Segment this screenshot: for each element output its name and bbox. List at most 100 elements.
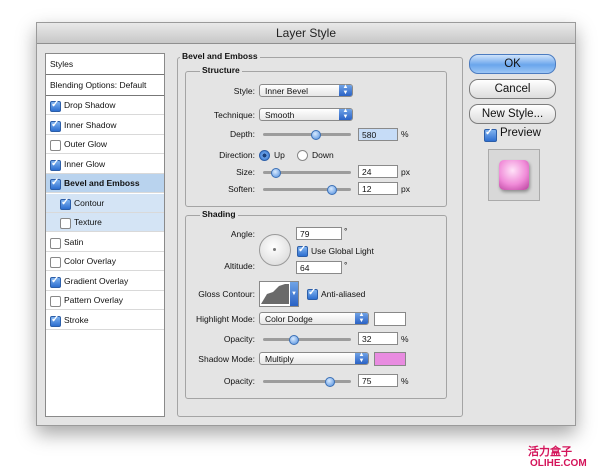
altitude-field[interactable]: 64 xyxy=(296,261,342,274)
highlight-opacity-label: Opacity: xyxy=(223,334,255,344)
ok-button[interactable]: OK xyxy=(469,54,556,74)
style-item-outer-glow[interactable]: Outer Glow xyxy=(46,135,164,154)
shadow-opacity-label: Opacity: xyxy=(223,376,255,386)
depth-slider-knob[interactable] xyxy=(311,130,321,140)
style-item-checkbox[interactable] xyxy=(50,158,61,171)
style-item-drop-shadow[interactable]: Drop Shadow xyxy=(46,96,164,115)
style-item-color-overlay[interactable]: Color Overlay xyxy=(46,252,164,271)
style-item-checkbox[interactable] xyxy=(50,275,61,288)
gloss-contour-picker[interactable]: ▼ xyxy=(259,281,299,307)
layer-style-dialog: Layer Style Styles Blending Options: Def… xyxy=(36,22,576,426)
shadow-mode-select[interactable]: Multiply ▲ ▼ xyxy=(259,352,369,365)
technique-label: Technique: xyxy=(213,110,255,120)
style-item-label: Inner Glow xyxy=(64,158,106,169)
style-item-gradient-overlay[interactable]: Gradient Overlay xyxy=(46,272,164,291)
styles-list: Styles Blending Options: Default Drop Sh… xyxy=(45,53,165,417)
style-item-label: Pattern Overlay xyxy=(64,295,124,305)
select-arrows-icon: ▲ ▼ xyxy=(355,312,368,324)
style-item-contour[interactable]: Contour xyxy=(46,193,164,213)
highlight-mode-value: Color Dodge xyxy=(265,314,313,324)
shadow-opacity-slider[interactable] xyxy=(263,377,351,387)
depth-slider[interactable] xyxy=(263,130,351,140)
watermark-cn: 活力盒子 xyxy=(528,446,572,458)
technique-select[interactable]: Smooth ▲ ▼ xyxy=(259,108,353,121)
shading-panel xyxy=(185,215,447,399)
highlight-opacity-slider[interactable] xyxy=(263,335,351,345)
style-item-checkbox[interactable] xyxy=(50,177,61,190)
soften-field[interactable]: 12 xyxy=(358,182,398,195)
shadow-color-swatch[interactable] xyxy=(374,352,406,366)
soften-slider[interactable] xyxy=(263,185,351,195)
direction-up-radio[interactable] xyxy=(259,150,270,161)
style-item-label: Gradient Overlay xyxy=(64,275,129,286)
angle-dial[interactable] xyxy=(259,234,291,266)
style-label: Style: xyxy=(233,86,255,96)
angle-label: Angle: xyxy=(230,229,255,239)
style-item-checkbox[interactable] xyxy=(50,237,61,249)
shadow-opacity-unit: % xyxy=(401,376,409,386)
style-item-checkbox[interactable] xyxy=(50,296,61,307)
style-item-checkbox[interactable] xyxy=(50,314,61,327)
style-item-label: Contour xyxy=(74,197,105,208)
style-item-pattern-overlay[interactable]: Pattern Overlay xyxy=(46,291,164,310)
direction-up-label: Up xyxy=(274,150,285,160)
depth-field[interactable]: 580 xyxy=(358,128,398,141)
watermark-site: OLIHE.COM xyxy=(530,458,587,469)
preview-thumbnail xyxy=(488,149,540,201)
style-item-label: Drop Shadow xyxy=(64,100,116,110)
direction-down-radio[interactable] xyxy=(297,150,308,161)
anti-aliased-checkbox[interactable] xyxy=(307,287,318,300)
style-item-checkbox[interactable] xyxy=(50,99,61,112)
title-bar[interactable]: Layer Style xyxy=(37,23,575,44)
style-item-checkbox[interactable] xyxy=(50,257,61,268)
size-slider[interactable] xyxy=(263,168,351,178)
size-field[interactable]: 24 xyxy=(358,165,398,178)
styles-header-label: Styles xyxy=(50,59,74,69)
soften-slider-knob[interactable] xyxy=(327,185,337,195)
blending-options-item[interactable]: Blending Options: Default xyxy=(46,75,164,96)
style-item-checkbox[interactable] xyxy=(60,218,71,229)
angle-dial-center-icon xyxy=(273,248,276,251)
style-item-checkbox[interactable] xyxy=(50,140,61,151)
angle-field[interactable]: 79 xyxy=(296,227,342,240)
style-item-inner-shadow[interactable]: Inner Shadow xyxy=(46,116,164,135)
gloss-contour-label: Gloss Contour: xyxy=(198,289,255,299)
style-item-label: Bevel and Emboss xyxy=(64,178,140,188)
preview-checkbox[interactable] xyxy=(484,127,497,142)
depth-unit: % xyxy=(401,129,409,139)
style-item-texture[interactable]: Texture xyxy=(46,213,164,232)
window-title: Layer Style xyxy=(275,26,337,40)
new-style-button[interactable]: New Style... xyxy=(469,104,556,124)
direction-down-label: Down xyxy=(312,150,334,160)
style-item-label: Inner Shadow xyxy=(64,119,117,130)
contour-curve-icon xyxy=(261,284,289,304)
cancel-button[interactable]: Cancel xyxy=(469,79,556,99)
altitude-label: Altitude: xyxy=(224,261,255,271)
altitude-unit: ° xyxy=(344,260,348,270)
style-item-checkbox[interactable] xyxy=(60,197,71,210)
style-item-label: Texture xyxy=(74,217,102,227)
style-item-satin[interactable]: Satin xyxy=(46,233,164,252)
global-light-checkbox[interactable] xyxy=(297,244,308,257)
style-item-label: Color Overlay xyxy=(64,256,116,266)
styles-header[interactable]: Styles xyxy=(46,54,164,75)
blending-options-label: Blending Options: Default xyxy=(50,80,147,90)
style-select[interactable]: Inner Bevel ▲ ▼ xyxy=(259,84,353,97)
highlight-color-swatch[interactable] xyxy=(374,312,406,326)
shadow-opacity-knob[interactable] xyxy=(325,377,335,387)
global-light-label: Use Global Light xyxy=(311,246,374,256)
style-item-bevel-and-emboss[interactable]: Bevel and Emboss xyxy=(46,174,164,193)
soften-label: Soften: xyxy=(228,184,255,194)
highlight-opacity-knob[interactable] xyxy=(289,335,299,345)
bevel-emboss-title: Bevel and Emboss xyxy=(180,51,260,61)
highlight-mode-select[interactable]: Color Dodge ▲ ▼ xyxy=(259,312,369,325)
style-item-checkbox[interactable] xyxy=(50,119,61,132)
style-item-inner-glow[interactable]: Inner Glow xyxy=(46,155,164,174)
soften-unit: px xyxy=(401,184,410,194)
contour-dropdown-arrow-icon[interactable]: ▼ xyxy=(290,282,298,306)
depth-label: Depth: xyxy=(229,129,255,139)
shadow-opacity-field[interactable]: 75 xyxy=(358,374,398,387)
highlight-opacity-field[interactable]: 32 xyxy=(358,332,398,345)
size-slider-knob[interactable] xyxy=(271,168,281,178)
style-item-stroke[interactable]: Stroke xyxy=(46,311,164,330)
